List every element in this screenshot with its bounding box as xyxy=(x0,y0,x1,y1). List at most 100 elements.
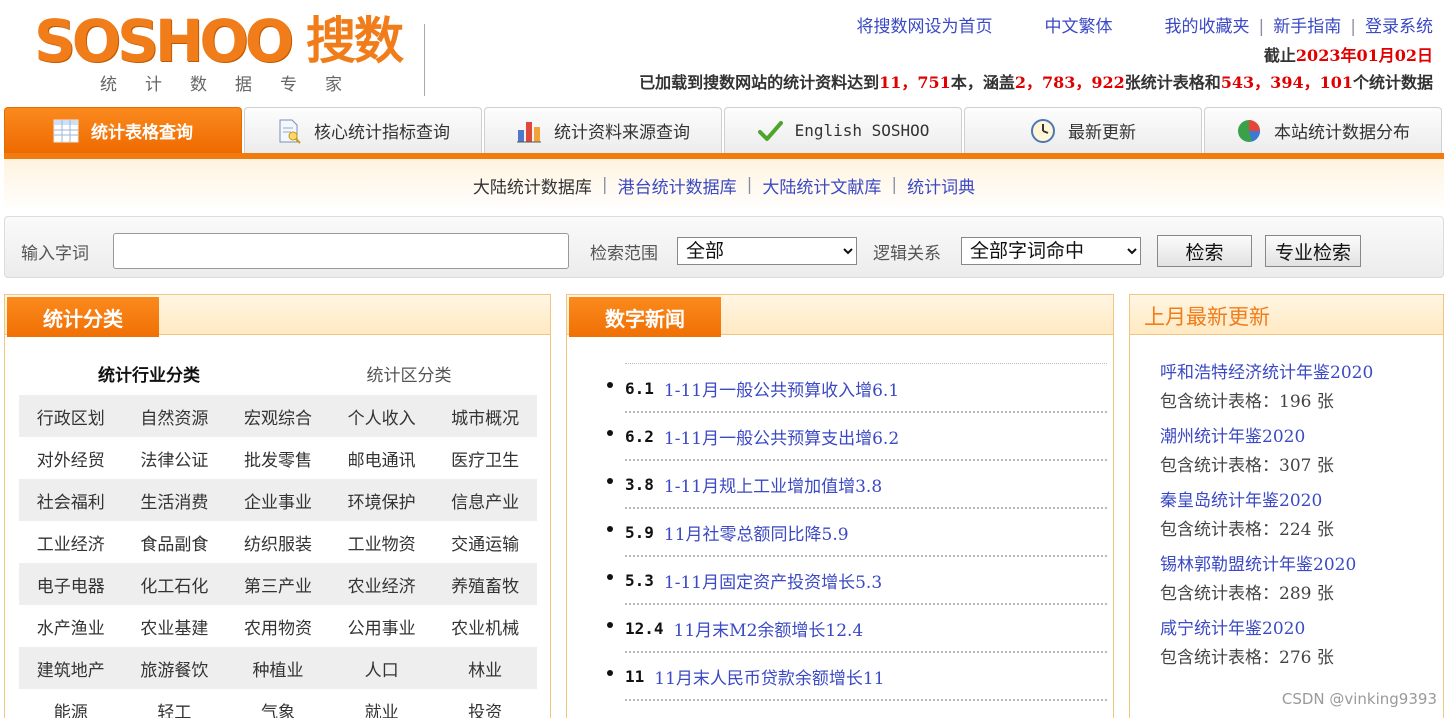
category-link[interactable]: 农业经济 xyxy=(330,572,434,597)
beginner-guide-link[interactable]: 新手指南 xyxy=(1273,17,1341,37)
bullet-icon xyxy=(607,670,613,676)
tab-table-query[interactable]: 统计表格查询 xyxy=(4,107,242,153)
category-link[interactable]: 纺织服装 xyxy=(226,530,330,555)
category-link[interactable]: 投资 xyxy=(433,698,537,718)
search-bar: 输入字词 检索范围 全部 逻辑关系 全部字词命中 检索 专业检索 xyxy=(4,216,1444,278)
favorites-link[interactable]: 我的收藏夹 xyxy=(1165,17,1250,37)
category-link[interactable]: 人口 xyxy=(330,656,434,681)
category-link[interactable]: 轻工 xyxy=(123,698,227,718)
site-logo[interactable]: SOSHOO 搜数 统计数据专家 xyxy=(34,7,429,96)
category-link[interactable]: 建筑地产 xyxy=(19,656,123,681)
news-item: 6.1 1-11月一般公共预算收入增6.1 xyxy=(607,365,1107,413)
news-item: 6.2 1-11月一般公共预算支出增6.2 xyxy=(607,413,1107,461)
tab-data-distribution[interactable]: 本站统计数据分布 xyxy=(1204,107,1442,153)
category-link[interactable]: 邮电通讯 xyxy=(330,446,434,471)
traditional-chinese-link[interactable]: 中文繁体 xyxy=(1045,17,1113,37)
category-link[interactable]: 林业 xyxy=(433,656,537,681)
category-link[interactable]: 批发零售 xyxy=(226,446,330,471)
document-search-icon xyxy=(276,118,302,144)
update-date-line: 截止2023年01月02日 xyxy=(1264,42,1433,66)
category-link[interactable]: 水产渔业 xyxy=(19,614,123,639)
category-link[interactable]: 农业基建 xyxy=(123,614,227,639)
mainland-database-link[interactable]: 大陆统计数据库 xyxy=(473,173,592,198)
news-title-link[interactable]: 11月社零总额同比降5.9 xyxy=(664,520,849,545)
update-title-link[interactable]: 秦皇岛统计年鉴2020 xyxy=(1160,487,1430,515)
stats-dictionary-link[interactable]: 统计词典 xyxy=(907,173,975,198)
category-link[interactable]: 自然资源 xyxy=(123,404,227,429)
range-select[interactable]: 全部 xyxy=(677,237,857,265)
category-link[interactable]: 养殖畜牧 xyxy=(433,572,537,597)
bullet-icon xyxy=(607,526,613,532)
category-row: 社会福利 生活消费 企业事业 环境保护 信息产业 xyxy=(19,479,537,521)
tab-region-category[interactable]: 统计区分类 xyxy=(279,361,539,386)
category-link[interactable]: 对外经贸 xyxy=(19,446,123,471)
category-link[interactable]: 生活消费 xyxy=(123,488,227,513)
hk-tw-database-link[interactable]: 港台统计数据库 xyxy=(618,173,737,198)
category-row: 能源 轻工 气象 就业 投资 xyxy=(19,689,537,718)
category-link[interactable]: 个人收入 xyxy=(330,404,434,429)
mainland-literature-link[interactable]: 大陆统计文献库 xyxy=(762,173,881,198)
category-link[interactable]: 就业 xyxy=(330,698,434,718)
category-link[interactable]: 农用物资 xyxy=(226,614,330,639)
count-prefix: 包含统计表格： xyxy=(1160,392,1279,412)
tab-english-soshoo[interactable]: English SOSHOO xyxy=(724,107,962,153)
advanced-search-button[interactable]: 专业检索 xyxy=(1265,235,1361,267)
category-link[interactable]: 社会福利 xyxy=(19,488,123,513)
set-homepage-link[interactable]: 将搜数网设为首页 xyxy=(857,17,993,37)
logo-wordmark: SOSHOO xyxy=(34,7,294,75)
category-link[interactable]: 城市概况 xyxy=(433,404,537,429)
news-title-link[interactable]: 1-11月一般公共预算支出增6.2 xyxy=(664,424,899,449)
category-link[interactable]: 行政区划 xyxy=(19,404,123,429)
category-link[interactable]: 化工石化 xyxy=(123,572,227,597)
category-link[interactable]: 环境保护 xyxy=(330,488,434,513)
bar-chart-icon xyxy=(516,118,542,144)
checkmark-icon xyxy=(757,118,783,144)
clock-icon xyxy=(1030,118,1056,144)
update-date: 2023年01月02日 xyxy=(1295,46,1433,65)
tab-core-indicator-query[interactable]: 核心统计指标查询 xyxy=(244,107,482,153)
news-title-link[interactable]: 1-11月一般公共预算收入增6.1 xyxy=(664,376,899,401)
logo-slogan: 统计数据专家 xyxy=(100,75,370,95)
news-value: 5.3 xyxy=(625,570,654,590)
category-link[interactable]: 种植业 xyxy=(226,656,330,681)
category-link[interactable]: 电子电器 xyxy=(19,572,123,597)
news-title-link[interactable]: 1-11月规上工业增加值增3.8 xyxy=(664,472,882,497)
category-link[interactable]: 公用事业 xyxy=(330,614,434,639)
tab-label: English SOSHOO xyxy=(794,121,930,140)
update-item: 呼和浩特经济统计年鉴2020 包含统计表格：196 张 xyxy=(1160,359,1430,417)
tab-latest-updates[interactable]: 最新更新 xyxy=(964,107,1202,153)
update-item: 潮州统计年鉴2020 包含统计表格：307 张 xyxy=(1160,423,1430,481)
category-link[interactable]: 信息产业 xyxy=(433,488,537,513)
update-title-link[interactable]: 呼和浩特经济统计年鉴2020 xyxy=(1160,359,1430,387)
category-link[interactable]: 工业经济 xyxy=(19,530,123,555)
update-title-link[interactable]: 咸宁统计年鉴2020 xyxy=(1160,615,1430,643)
keyword-input[interactable] xyxy=(113,233,569,269)
category-link[interactable]: 农业机械 xyxy=(433,614,537,639)
news-title-link[interactable]: 11月末人民币贷款余额增长11 xyxy=(654,664,884,689)
category-link[interactable]: 食品副食 xyxy=(123,530,227,555)
stats-text-4: 个统计数据 xyxy=(1352,73,1433,92)
category-link[interactable]: 工业物资 xyxy=(330,530,434,555)
category-link[interactable]: 法律公证 xyxy=(123,446,227,471)
search-button[interactable]: 检索 xyxy=(1157,235,1252,267)
category-link[interactable]: 宏观综合 xyxy=(226,404,330,429)
update-title-link[interactable]: 锡林郭勒盟统计年鉴2020 xyxy=(1160,551,1430,579)
news-title-link[interactable]: 11月末M2余额增长12.4 xyxy=(674,616,864,641)
tab-label: 最新更新 xyxy=(1068,123,1136,143)
tab-industry-category[interactable]: 统计行业分类 xyxy=(19,361,279,386)
category-link[interactable]: 医疗卫生 xyxy=(433,446,537,471)
category-link[interactable]: 气象 xyxy=(226,698,330,718)
category-link[interactable]: 企业事业 xyxy=(226,488,330,513)
logic-select[interactable]: 全部字词命中 xyxy=(961,237,1141,265)
count-value: 307 张 xyxy=(1279,456,1334,476)
update-title-link[interactable]: 潮州统计年鉴2020 xyxy=(1160,423,1430,451)
category-link[interactable]: 第三产业 xyxy=(226,572,330,597)
tab-source-query[interactable]: 统计资料来源查询 xyxy=(484,107,722,153)
category-link[interactable]: 旅游餐饮 xyxy=(123,656,227,681)
news-value: 6.1 xyxy=(625,378,654,398)
updates-list: 呼和浩特经济统计年鉴2020 包含统计表格：196 张潮州统计年鉴2020 包含统计… xyxy=(1160,359,1430,679)
login-link[interactable]: 登录系统 xyxy=(1365,17,1433,37)
category-link[interactable]: 能源 xyxy=(19,698,123,718)
category-link[interactable]: 交通运输 xyxy=(433,530,537,555)
news-title-link[interactable]: 1-11月固定资产投资增长5.3 xyxy=(664,568,882,593)
